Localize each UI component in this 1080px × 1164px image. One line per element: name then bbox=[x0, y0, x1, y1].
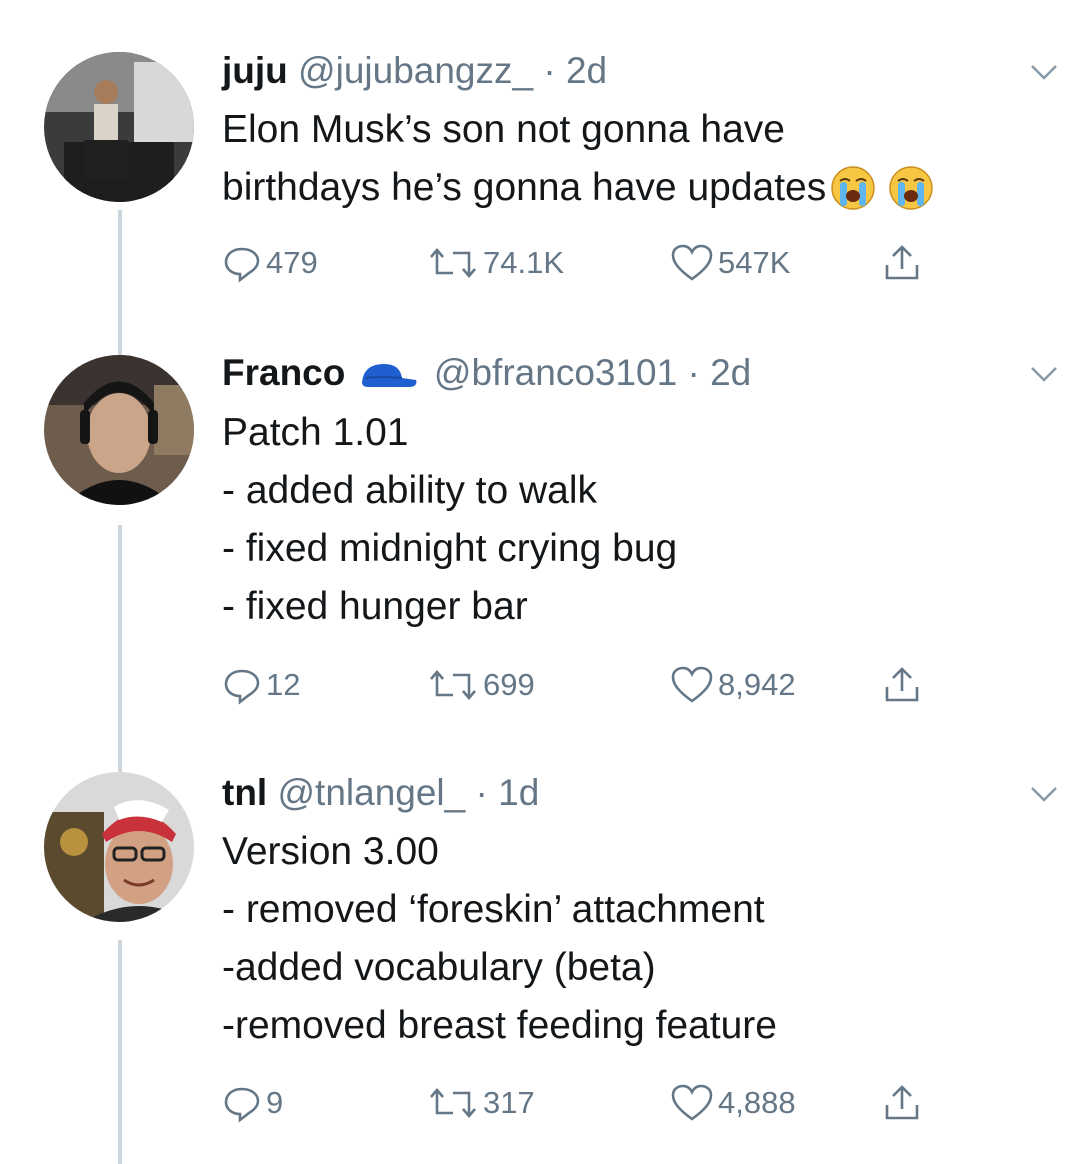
like-count: 8,942 bbox=[718, 667, 796, 702]
heart-icon bbox=[671, 666, 713, 703]
avatar[interactable] bbox=[44, 772, 194, 922]
loudly-crying-face-icon bbox=[831, 166, 875, 210]
thread-line bbox=[118, 940, 122, 1164]
chevron-down-icon[interactable] bbox=[1030, 62, 1058, 82]
retweet-button[interactable]: 317 bbox=[427, 1078, 535, 1128]
avatar[interactable] bbox=[44, 355, 194, 505]
retweet-count: 74.1K bbox=[483, 245, 565, 280]
chevron-down-icon[interactable] bbox=[1030, 784, 1058, 804]
tweet-line: - fixed midnight crying bug bbox=[222, 527, 678, 570]
thread-line bbox=[118, 210, 122, 355]
retweet-icon bbox=[430, 670, 476, 700]
tweet-line: - removed ‘foreskin’ attachment bbox=[222, 888, 765, 931]
display-name[interactable]: Franco bbox=[222, 352, 345, 393]
tweet-actions: 12 699 8,942 bbox=[222, 660, 982, 710]
tweet-line: -removed breast feeding feature bbox=[222, 1004, 777, 1047]
tweet-text: Elon Musk’s son not gonna have birthdays… bbox=[222, 101, 934, 217]
retweet-button[interactable]: 699 bbox=[427, 660, 535, 710]
tweet-header: tnl @tnlangel_ · 1d bbox=[222, 772, 539, 814]
tweet-line: - fixed hunger bar bbox=[222, 585, 528, 628]
retweet-count: 317 bbox=[483, 1085, 535, 1120]
tweet-text: Patch 1.01 - added ability to walk - fix… bbox=[222, 404, 677, 636]
like-count: 4,888 bbox=[718, 1085, 796, 1120]
reply-count: 9 bbox=[266, 1085, 284, 1120]
tweet-line: Version 3.00 bbox=[222, 830, 439, 873]
share-icon bbox=[885, 1085, 919, 1120]
tweet-actions: 9 317 4,888 bbox=[222, 1078, 982, 1128]
tweet-line: birthdays he’s gonna have updates bbox=[222, 166, 827, 209]
tweet-line: - added ability to walk bbox=[222, 469, 598, 512]
reply-icon bbox=[224, 1087, 260, 1123]
retweet-icon bbox=[430, 248, 476, 278]
tweet-line: Elon Musk’s son not gonna have bbox=[222, 108, 785, 151]
display-name[interactable]: tnl bbox=[222, 772, 267, 813]
like-button[interactable]: 4,888 bbox=[670, 1078, 796, 1128]
share-icon bbox=[885, 667, 919, 702]
handle[interactable]: @jujubangzz_ bbox=[298, 50, 533, 91]
reply-count: 12 bbox=[266, 667, 301, 702]
timestamp[interactable]: · 2d bbox=[688, 352, 752, 393]
like-count: 547K bbox=[718, 245, 791, 280]
tweet-text: Version 3.00 - removed ‘foreskin’ attach… bbox=[222, 823, 777, 1055]
reply-button[interactable]: 12 bbox=[222, 660, 300, 710]
share-icon bbox=[885, 245, 919, 280]
thread-line bbox=[118, 525, 122, 775]
retweet-icon bbox=[430, 1088, 476, 1118]
share-button[interactable] bbox=[882, 660, 926, 710]
handle[interactable]: @bfranco3101 bbox=[434, 352, 677, 393]
tweet-line: -added vocabulary (beta) bbox=[222, 946, 656, 989]
display-name[interactable]: juju bbox=[222, 50, 288, 91]
timestamp[interactable]: · 2d bbox=[543, 50, 607, 91]
retweet-button[interactable]: 74.1K bbox=[427, 238, 564, 288]
reply-button[interactable]: 479 bbox=[222, 238, 318, 288]
tweet-actions: 479 74.1K 547K bbox=[222, 238, 982, 288]
like-button[interactable]: 8,942 bbox=[670, 660, 796, 710]
tweet-header: Franco @bfranco3101 · 2d bbox=[222, 352, 751, 394]
tweet-header: juju @jujubangzz_ · 2d bbox=[222, 50, 607, 92]
heart-icon bbox=[671, 1084, 713, 1121]
tweet-line-with-emoji: birthdays he’s gonna have updates bbox=[222, 159, 934, 217]
blue-cap-icon bbox=[361, 364, 417, 388]
handle[interactable]: @tnlangel_ bbox=[277, 772, 465, 813]
retweet-count: 699 bbox=[483, 667, 535, 702]
share-button[interactable] bbox=[882, 238, 926, 288]
loudly-crying-face-icon bbox=[889, 166, 933, 210]
timestamp[interactable]: · 1d bbox=[476, 772, 540, 813]
avatar[interactable] bbox=[44, 52, 194, 202]
reply-button[interactable]: 9 bbox=[222, 1078, 283, 1128]
tweet-line: Patch 1.01 bbox=[222, 411, 409, 454]
chevron-down-icon[interactable] bbox=[1030, 364, 1058, 384]
reply-count: 479 bbox=[266, 245, 318, 280]
heart-icon bbox=[671, 244, 713, 281]
share-button[interactable] bbox=[882, 1078, 926, 1128]
reply-icon bbox=[224, 247, 260, 283]
like-button[interactable]: 547K bbox=[670, 238, 790, 288]
reply-icon bbox=[224, 669, 260, 705]
